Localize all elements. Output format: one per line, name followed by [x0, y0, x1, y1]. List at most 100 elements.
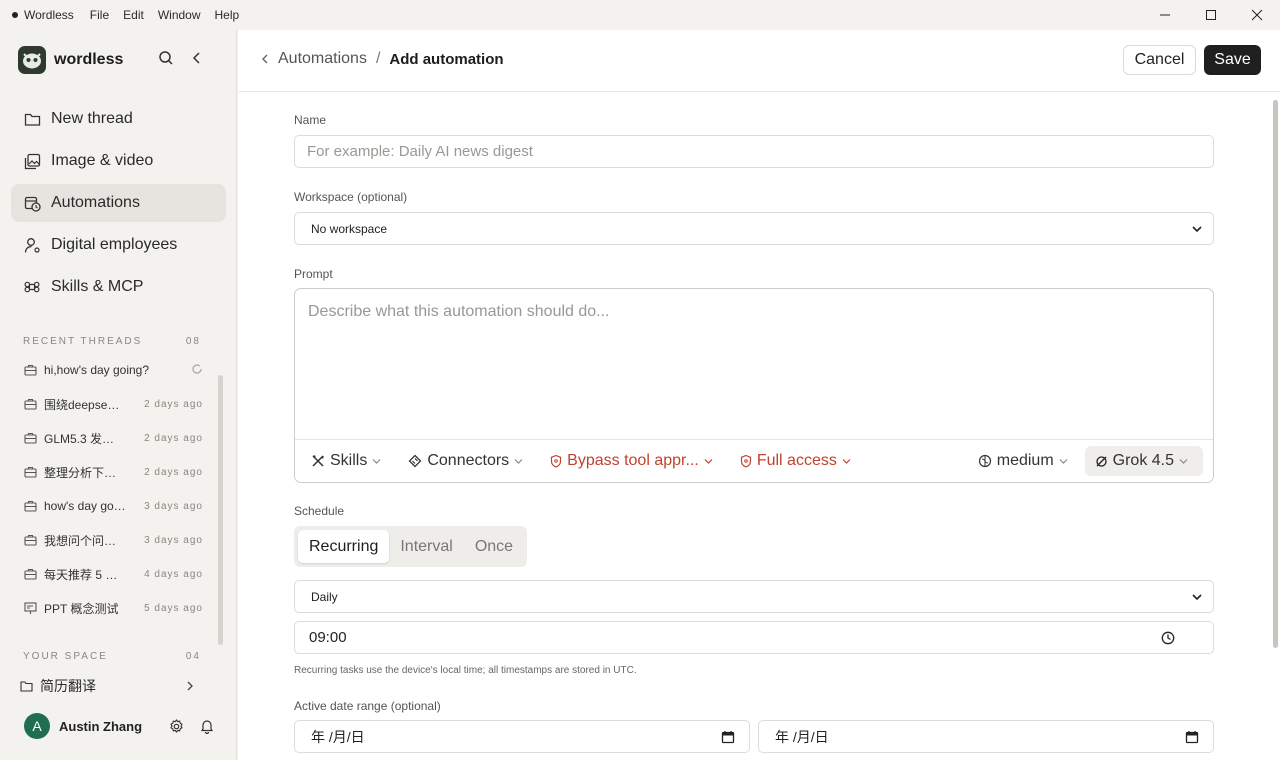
model-dropdown[interactable]: Grok 4.5 [1084, 446, 1203, 476]
briefcase-icon [23, 432, 37, 444]
recent-threads-count: 08 [185, 336, 201, 347]
list-item[interactable]: how's day goi… 3 days ago [23, 489, 203, 523]
recent-threads-header: RECENT THREADS 08 [23, 336, 201, 347]
sidebar-nav: New thread Image & video Automations Dig… [11, 100, 226, 310]
list-item[interactable]: 每天推荐 5 个… 4 days ago [23, 557, 203, 591]
list-item[interactable]: 我想问个问题… 3 days ago [23, 523, 203, 557]
frequency-select[interactable]: Daily [294, 580, 1214, 613]
name-label: Name [294, 113, 327, 127]
skills-label: Skills [330, 452, 368, 469]
your-space-title: YOUR SPACE [23, 651, 108, 662]
sidebar-item-skills-mcp[interactable]: Skills & MCP [11, 268, 226, 306]
close-icon [1251, 9, 1263, 21]
schedule-label: Schedule [294, 504, 345, 518]
list-item[interactable]: GLM5.3 发布… 2 days ago [23, 421, 203, 455]
chevron-left-icon[interactable] [260, 52, 270, 66]
sidebar-item-automations[interactable]: Automations [11, 184, 226, 222]
end-date-input[interactable]: 年 /月/日 [758, 720, 1214, 753]
sidebar-item-label: Digital employees [51, 236, 178, 253]
collapse-sidebar-icon[interactable] [190, 50, 204, 66]
sidebar-tools [158, 50, 204, 66]
workspace-label: Workspace (optional) [294, 190, 408, 204]
frequency-value: Daily [311, 589, 338, 604]
your-space-header: YOUR SPACE 04 [23, 651, 201, 662]
list-item[interactable]: 整理分析下今… 2 days ago [23, 455, 203, 489]
prompt-textarea[interactable] [295, 289, 1213, 439]
calendar-icon[interactable] [1185, 730, 1199, 744]
folder-icon [23, 112, 41, 127]
model-label: Grok 4.5 [1112, 452, 1174, 469]
maximize-button[interactable] [1188, 0, 1234, 30]
workspace-select[interactable]: No workspace [294, 212, 1214, 245]
thread-title: how's day goi… [44, 499, 126, 513]
briefcase-icon [23, 364, 37, 376]
sidebar-item-label: Automations [51, 194, 140, 211]
time-input[interactable]: 09:00 [294, 621, 1214, 654]
avatar[interactable]: A [24, 713, 50, 739]
main-panel: Automations / Add automation Cancel Save… [238, 30, 1280, 760]
prompt-editor: Skills Connectors Bypass tool appr... Fu… [294, 288, 1214, 483]
gear-icon[interactable] [169, 718, 184, 734]
list-item[interactable]: hi,how's day going? [23, 353, 203, 387]
brand[interactable]: wordless [18, 46, 123, 74]
page-title: Add automation [389, 50, 504, 68]
thread-title: 围绕deepseek… [44, 397, 126, 412]
scrollbar-thumb[interactable] [1273, 100, 1278, 648]
access-dropdown[interactable]: Full access [740, 452, 856, 470]
calendar-icon[interactable] [721, 730, 735, 744]
shield-icon [550, 454, 562, 468]
sidebar-item-label: Image & video [51, 152, 154, 169]
briefcase-icon [23, 500, 37, 512]
thread-time: 2 days ago [144, 398, 203, 410]
list-item[interactable]: 围绕deepseek… 2 days ago [23, 387, 203, 421]
menu-bar: File Edit Window Help [90, 8, 239, 22]
save-button[interactable]: Save [1204, 45, 1261, 75]
loading-spinner-icon [191, 363, 203, 378]
menu-window[interactable]: Window [158, 8, 201, 22]
minimize-button[interactable] [1142, 0, 1188, 30]
name-input[interactable] [294, 135, 1214, 168]
folder-open-icon [19, 680, 33, 692]
thread-time: 2 days ago [144, 432, 203, 444]
connectors-dropdown[interactable]: Connectors [408, 452, 528, 470]
sidebar-item-image-video[interactable]: Image & video [11, 142, 226, 180]
brain-icon [978, 454, 992, 468]
chevron-down-icon [842, 458, 851, 465]
schedule-option-interval[interactable]: Interval [389, 530, 463, 563]
bypass-approval-dropdown[interactable]: Bypass tool appr... [550, 452, 718, 470]
time-hint: Recurring tasks use the device's local t… [294, 665, 637, 676]
briefcase-icon [23, 534, 37, 546]
space-item[interactable]: 简历翻译 [19, 675, 204, 697]
start-date-input[interactable]: 年 /月/日 [294, 720, 750, 753]
menu-edit[interactable]: Edit [123, 8, 144, 22]
search-icon[interactable] [158, 50, 174, 66]
sidebar-item-label: New thread [51, 110, 133, 127]
prompt-toolbar: Skills Connectors Bypass tool appr... Fu… [295, 439, 1213, 482]
bell-icon[interactable] [200, 719, 214, 734]
cancel-button[interactable]: Cancel [1123, 45, 1196, 75]
app-name: Wordless [24, 8, 74, 22]
brand-name: wordless [54, 51, 124, 68]
close-button[interactable] [1234, 0, 1280, 30]
sidebar-item-new-thread[interactable]: New thread [11, 100, 226, 138]
thread-title: 我想问个问题… [44, 533, 126, 548]
space-item-label: 简历翻译 [40, 678, 96, 694]
sidebar-item-digital-employees[interactable]: Digital employees [11, 226, 226, 264]
list-item[interactable]: PPT 概念测试 5 days ago [23, 591, 203, 625]
chevron-down-icon [1191, 592, 1203, 602]
skills-dropdown[interactable]: Skills [311, 452, 386, 470]
menu-file[interactable]: File [90, 8, 109, 22]
main-scrollbar[interactable] [1271, 92, 1280, 760]
sidebar-scrollbar[interactable] [218, 375, 223, 645]
recent-threads-list: hi,how's day going? 围绕deepseek… 2 days a… [23, 353, 203, 625]
breadcrumb-separator: / [375, 50, 381, 67]
end-date-value: 年 /月/日 [775, 728, 829, 745]
app-title: Wordless [0, 8, 74, 22]
schedule-option-once[interactable]: Once [464, 530, 524, 563]
breadcrumb-automations-link[interactable]: Automations [278, 50, 367, 68]
menu-help[interactable]: Help [215, 8, 240, 22]
schedule-option-recurring[interactable]: Recurring [298, 530, 390, 563]
calendar-clock-icon [23, 195, 41, 212]
clock-icon[interactable] [1161, 631, 1175, 645]
effort-dropdown[interactable]: medium [978, 452, 1073, 470]
